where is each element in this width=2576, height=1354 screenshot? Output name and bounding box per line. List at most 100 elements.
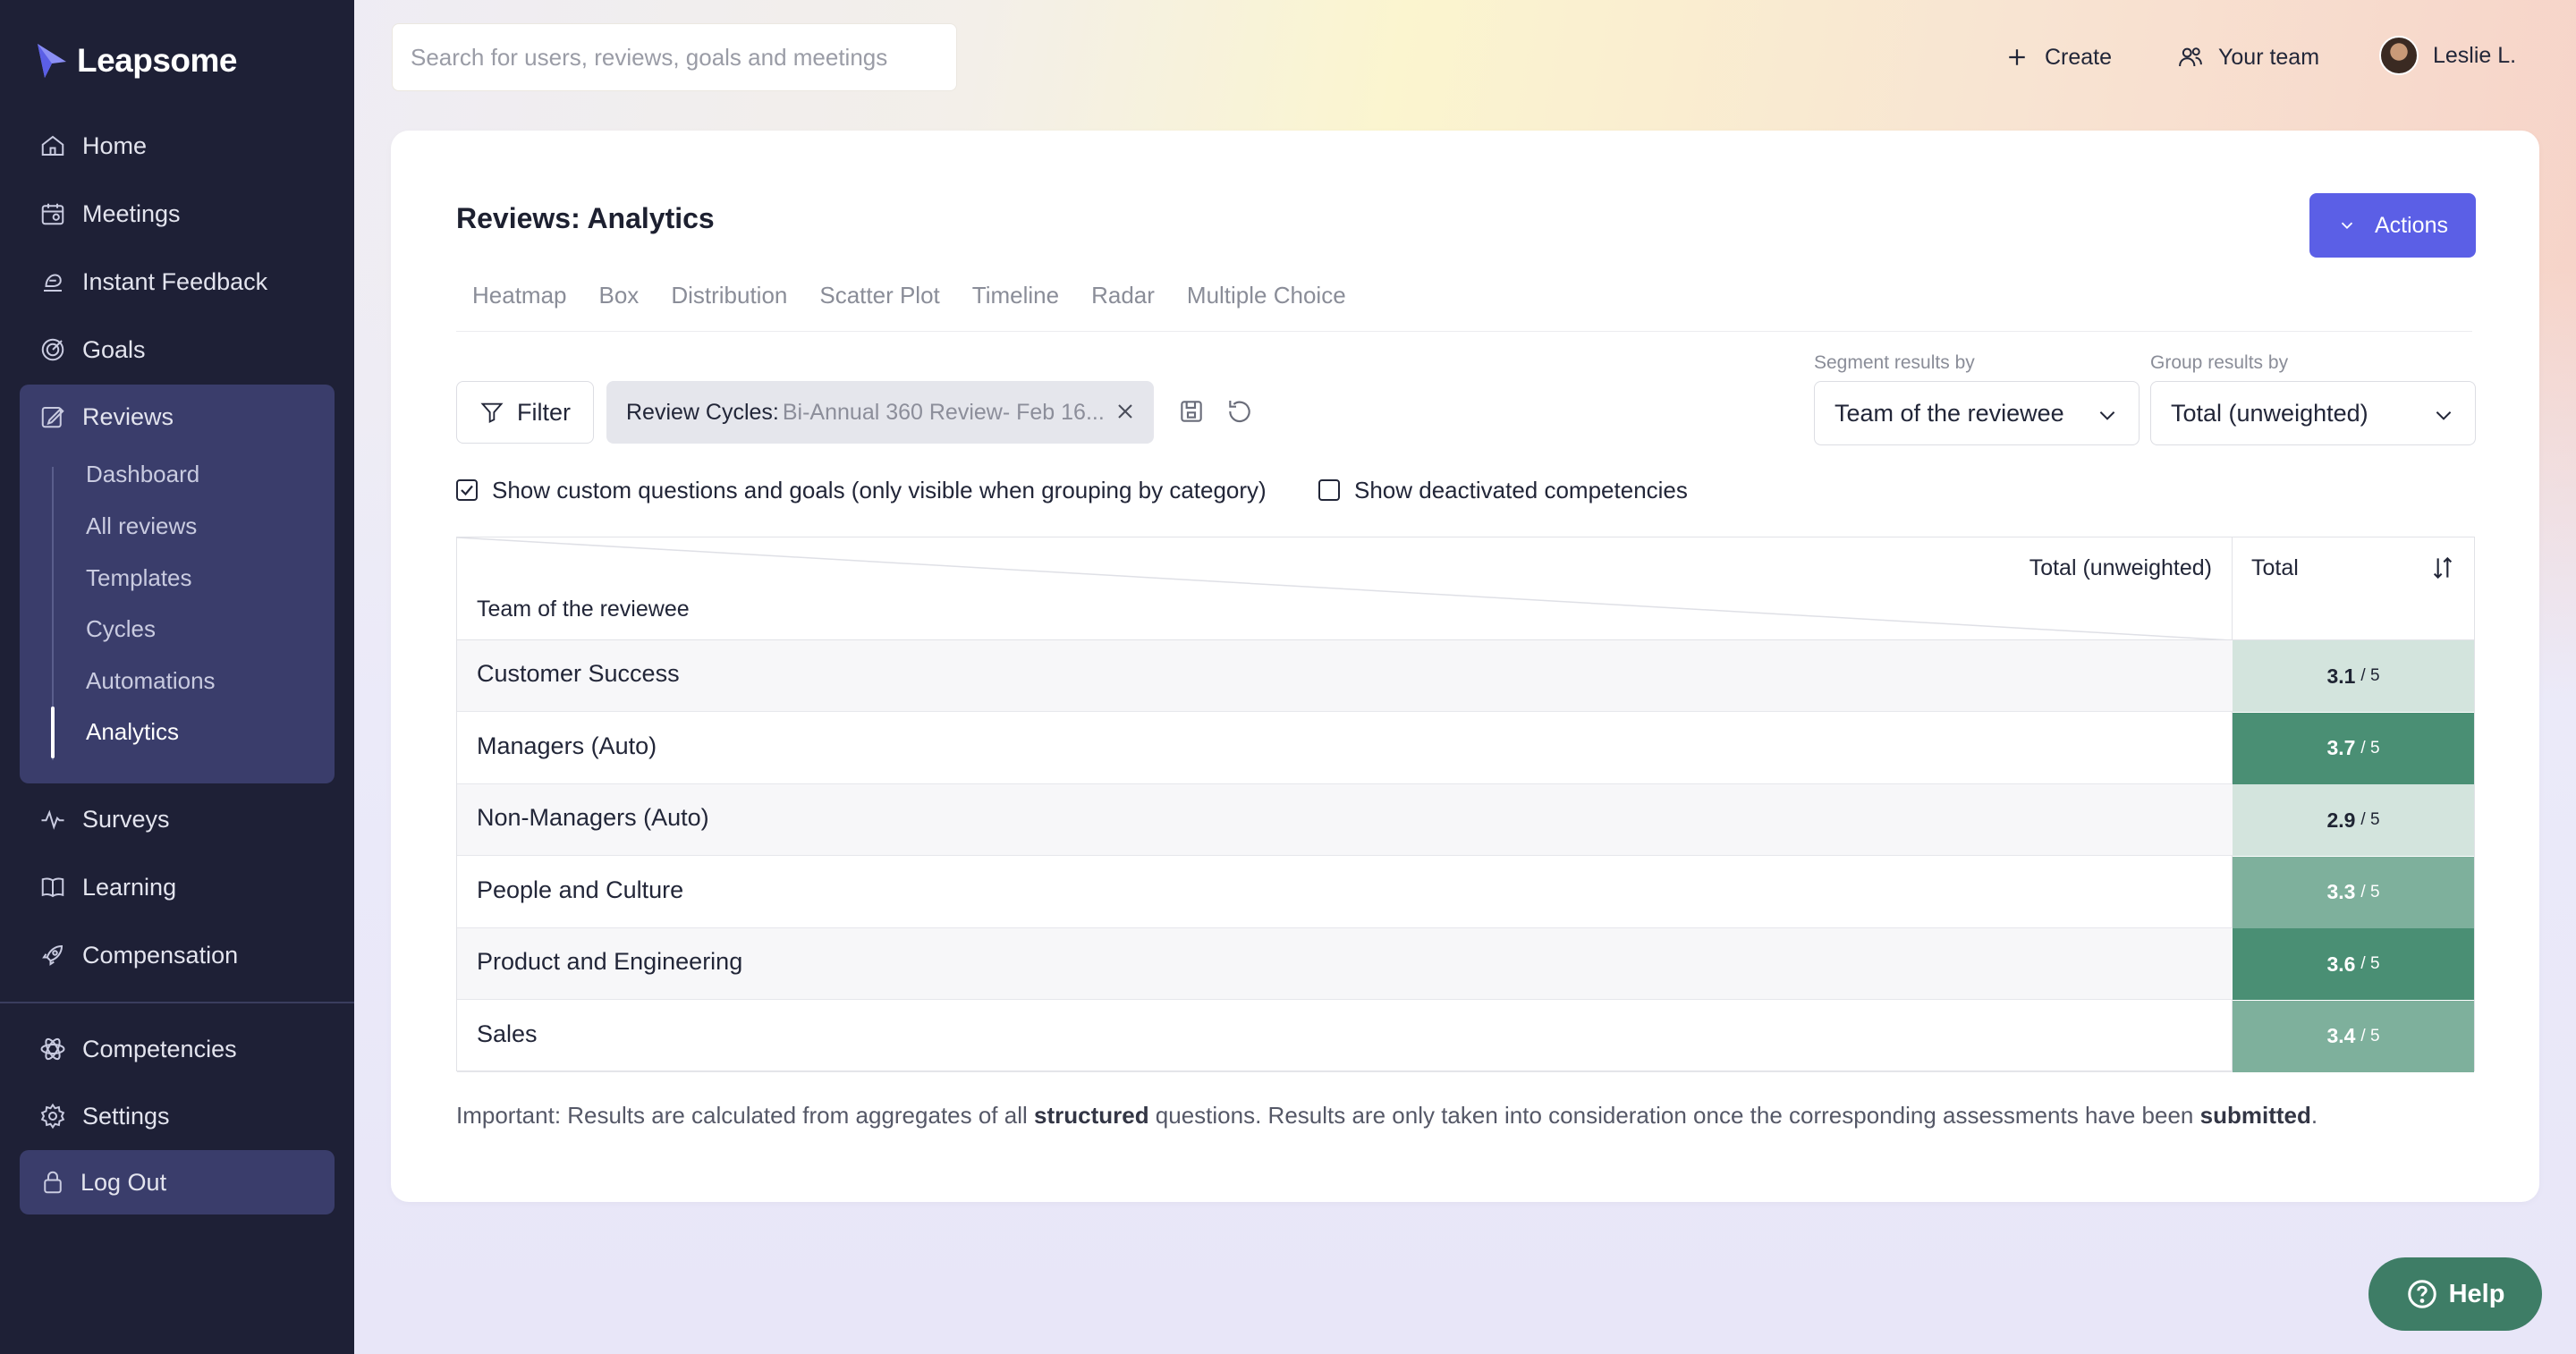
tab-multiple-choice[interactable]: Multiple Choice [1171,277,1362,313]
sidebar-subitem-automations[interactable]: Automations [86,663,216,698]
score-cell[interactable]: 3.3/ 5 [2233,856,2474,928]
table-row[interactable]: Non-Managers (Auto) 2.9/ 5 [457,784,2474,856]
reset-icon[interactable] [1225,397,1254,426]
sidebar-item-label: Home [82,131,148,159]
chevron-down-icon [2436,411,2452,420]
help-icon [2407,1280,2436,1308]
sidebar-item-learning[interactable]: Learning [20,860,335,914]
team-name: Customer Success [477,660,680,687]
score-cell[interactable]: 3.6/ 5 [2233,928,2474,1000]
analytics-tabs: Heatmap Box Distribution Scatter Plot Ti… [456,277,1362,313]
segment-value: Team of the reviewee [1835,399,2064,427]
sidebar-item-label: Surveys [82,805,170,833]
actions-button[interactable]: Actions [2309,193,2476,258]
score-cell[interactable]: 3.4/ 5 [2233,1000,2474,1072]
header-total: Total [2251,555,2299,580]
help-label: Help [2448,1279,2505,1308]
sidebar-item-home[interactable]: Home [20,119,335,173]
chevron-down-icon [2341,222,2353,230]
your-team-label: Your team [2218,44,2320,70]
filter-button[interactable]: Filter [456,381,594,444]
sidebar-subitem-analytics[interactable]: Analytics [86,714,179,749]
target-icon [41,338,64,361]
create-label: Create [2045,44,2113,70]
sidebar-item-label: Settings [82,1102,170,1130]
custom-questions-checkbox[interactable] [456,479,478,501]
review-cycle-filter-chip[interactable]: Review Cycles: Bi-Annual 360 Review- Feb… [606,381,1154,444]
logo[interactable]: Leapsome [36,39,238,82]
note-part-3: . [2310,1102,2318,1129]
sidebar-subitem-dashboard[interactable]: Dashboard [86,456,199,492]
tab-scatter-plot[interactable]: Scatter Plot [803,277,955,313]
important-note: Important: Results are calculated from a… [456,1102,2318,1130]
table-row[interactable]: Sales 3.4/ 5 [457,1000,2474,1072]
user-menu[interactable]: Leslie L. [2379,34,2516,77]
chip-key: Review Cycles: [626,399,779,425]
score-denominator: / 5 [2360,810,2380,829]
atom-icon [40,1037,65,1061]
sidebar-divider [0,1002,354,1003]
header-segment-label: Team of the reviewee [477,597,690,622]
sidebar-subitem-cycles[interactable]: Cycles [86,611,156,647]
note-bold-2: submitted [2199,1102,2311,1129]
sidebar-item-compensation[interactable]: Compensation [20,928,335,982]
tab-timeline[interactable]: Timeline [956,277,1075,313]
table-row[interactable]: People and Culture 3.3/ 5 [457,856,2474,928]
sidebar-item-instant-feedback[interactable]: Instant Feedback [20,255,335,309]
score-denominator: / 5 [2360,882,2380,901]
close-icon[interactable] [1113,399,1138,424]
checkmark-icon [461,485,473,496]
sidebar-subitem-templates[interactable]: Templates [86,560,192,596]
team-name: Managers (Auto) [477,732,657,759]
table-row[interactable]: Managers (Auto) 3.7/ 5 [457,712,2474,784]
header-group-label: Total (unweighted) [2029,555,2212,580]
sidebar-item-meetings[interactable]: Meetings [20,187,335,241]
sidebar-item-goals[interactable]: Goals [20,323,335,377]
team-name: Non-Managers (Auto) [477,804,709,831]
group-label: Group results by [2150,352,2289,373]
score-cell[interactable]: 3.1/ 5 [2233,640,2474,712]
group-select[interactable]: Total (unweighted) [2150,381,2476,445]
tab-radar[interactable]: Radar [1075,277,1171,313]
user-name: Leslie L. [2433,42,2517,68]
calendar-icon [41,203,64,225]
table-row[interactable]: Product and Engineering 3.6/ 5 [457,928,2474,1000]
table-row[interactable]: Customer Success 3.1/ 5 [457,640,2474,712]
sidebar-item-settings[interactable]: Settings [20,1089,335,1143]
score-value: 3.7 [2326,736,2356,759]
help-button[interactable]: Help [2368,1257,2542,1331]
team-name: Sales [477,1020,538,1047]
score-denominator: / 5 [2360,666,2380,685]
feedback-icon [44,274,62,292]
sidebar-subitem-all-reviews[interactable]: All reviews [86,508,197,544]
score-denominator: / 5 [2360,738,2380,757]
team-name: Product and Engineering [477,948,743,975]
deactivated-checkbox[interactable] [1318,479,1340,501]
sidebar-item-surveys[interactable]: Surveys [20,792,335,846]
create-button[interactable]: Create [2004,36,2112,79]
score-value: 3.6 [2326,952,2356,976]
deactivated-label: Show deactivated competencies [1354,476,1688,504]
sort-icon[interactable] [2428,554,2457,582]
tab-distribution[interactable]: Distribution [655,277,803,313]
sidebar-item-competencies[interactable]: Competencies [20,1022,335,1076]
score-cell[interactable]: 3.7/ 5 [2233,712,2474,784]
segment-select[interactable]: Team of the reviewee [1814,381,2140,445]
tab-heatmap[interactable]: Heatmap [456,277,583,313]
logout-label: Log Out [80,1168,167,1196]
actions-label: Actions [2375,212,2448,238]
sidebar: Leapsome Home Meetings Instant Feedback … [0,0,354,1354]
search-input[interactable] [411,43,956,72]
logout-button[interactable]: Log Out [20,1150,335,1214]
sidebar-item-reviews[interactable]: Reviews [20,390,335,444]
custom-questions-option: Show custom questions and goals (only vi… [456,474,1267,506]
save-icon[interactable] [1177,397,1206,426]
table-header: Total (unweighted) Team of the reviewee … [457,537,2474,640]
your-team-button[interactable]: Your team [2177,36,2319,79]
score-denominator: / 5 [2360,1026,2380,1045]
tab-box[interactable]: Box [583,277,656,313]
sidebar-item-label: Competencies [82,1035,237,1062]
sidebar-item-label: Instant Feedback [82,267,268,295]
score-cell[interactable]: 2.9/ 5 [2233,784,2474,856]
score-value: 3.1 [2326,664,2356,688]
